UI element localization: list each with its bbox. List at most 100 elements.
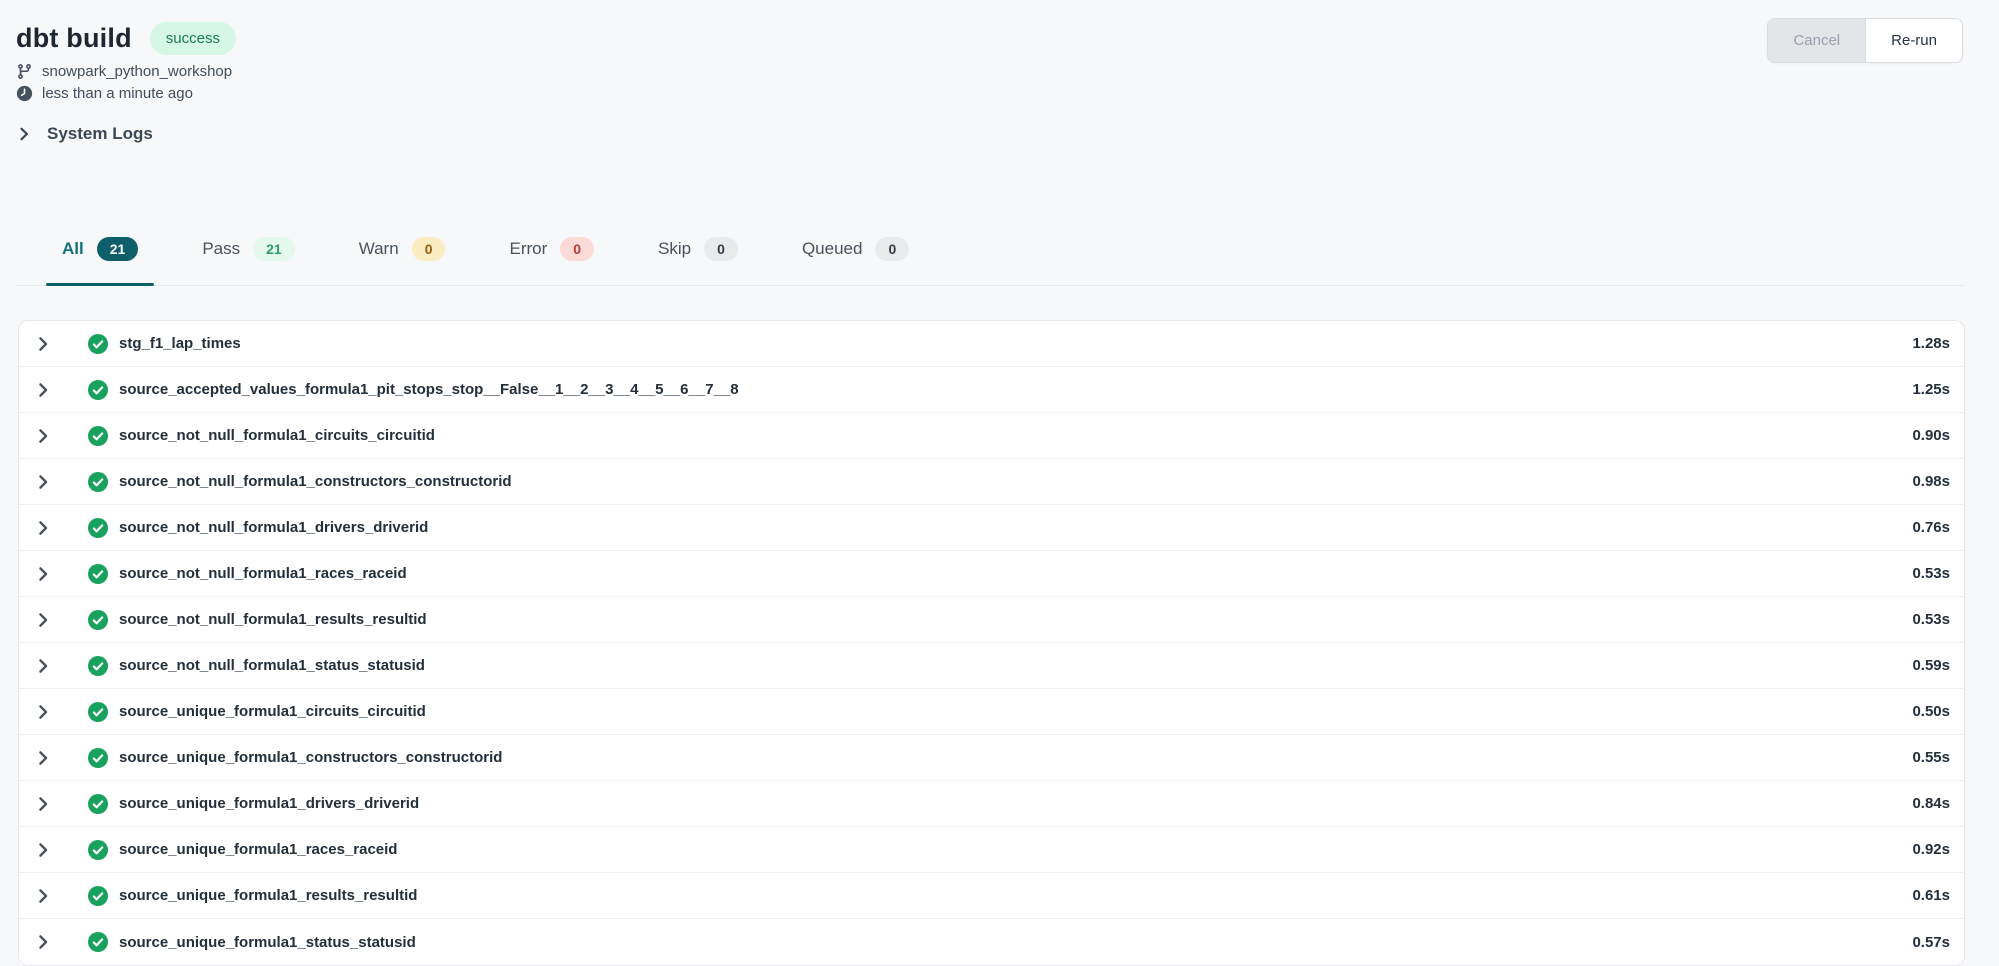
chevron-right-icon[interactable] — [34, 703, 52, 721]
result-name: source_unique_formula1_constructors_cons… — [119, 749, 502, 766]
tab-queued[interactable]: Queued 0 — [786, 211, 925, 285]
result-duration: 0.98s — [1912, 473, 1950, 490]
result-name: stg_f1_lap_times — [119, 335, 241, 352]
result-duration: 0.53s — [1912, 611, 1950, 628]
result-name: source_accepted_values_formula1_pit_stop… — [119, 381, 739, 398]
result-row[interactable]: source_unique_formula1_drivers_driverid … — [19, 781, 1964, 827]
header: dbt build success — [16, 22, 1965, 55]
result-row[interactable]: source_unique_formula1_results_resultid … — [19, 873, 1964, 919]
result-name: source_not_null_formula1_drivers_driveri… — [119, 519, 428, 536]
result-name: source_unique_formula1_status_statusid — [119, 934, 416, 951]
result-duration: 0.84s — [1912, 795, 1950, 812]
chevron-right-icon[interactable] — [34, 519, 52, 537]
tab-warn[interactable]: Warn 0 — [343, 211, 462, 285]
result-row[interactable]: source_unique_formula1_races_raceid 0.92… — [19, 827, 1964, 873]
result-name: source_unique_formula1_results_resultid — [119, 887, 417, 904]
chevron-right-icon — [16, 126, 32, 142]
result-name: source_not_null_formula1_constructors_co… — [119, 473, 512, 490]
page-title: dbt build — [16, 23, 132, 54]
result-row[interactable]: source_unique_formula1_status_statusid 0… — [19, 919, 1964, 965]
run-actions: Cancel Re-run — [1767, 18, 1963, 63]
check-circle-icon — [88, 472, 108, 492]
check-circle-icon — [88, 564, 108, 584]
chevron-right-icon[interactable] — [34, 795, 52, 813]
tab-label: Warn — [359, 239, 399, 259]
chevron-right-icon[interactable] — [34, 749, 52, 767]
status-badge: success — [150, 22, 236, 55]
rerun-button[interactable]: Re-run — [1866, 19, 1962, 62]
chevron-right-icon[interactable] — [34, 657, 52, 675]
result-name: source_not_null_formula1_status_statusid — [119, 657, 425, 674]
check-circle-icon — [88, 656, 108, 676]
result-duration: 0.53s — [1912, 565, 1950, 582]
check-circle-icon — [88, 610, 108, 630]
tab-all[interactable]: All 21 — [46, 211, 154, 285]
tab-label: Pass — [202, 239, 240, 259]
check-circle-icon — [88, 380, 108, 400]
tab-count-badge: 21 — [97, 237, 139, 261]
check-circle-icon — [88, 932, 108, 952]
result-row[interactable]: source_accepted_values_formula1_pit_stop… — [19, 367, 1964, 413]
chevron-right-icon[interactable] — [34, 565, 52, 583]
time-ago: less than a minute ago — [42, 85, 193, 102]
result-row[interactable]: stg_f1_lap_times 1.28s — [19, 321, 1964, 367]
clock-icon — [16, 85, 33, 102]
check-circle-icon — [88, 702, 108, 722]
branch-name: snowpark_python_workshop — [42, 63, 232, 80]
chevron-right-icon[interactable] — [34, 611, 52, 629]
tab-label: Error — [509, 239, 547, 259]
tab-error[interactable]: Error 0 — [493, 211, 610, 285]
check-circle-icon — [88, 426, 108, 446]
tab-count-badge: 21 — [253, 237, 295, 261]
result-duration: 0.90s — [1912, 427, 1950, 444]
result-row[interactable]: source_not_null_formula1_drivers_driveri… — [19, 505, 1964, 551]
chevron-right-icon[interactable] — [34, 335, 52, 353]
result-row[interactable]: source_not_null_formula1_constructors_co… — [19, 459, 1964, 505]
result-duration: 1.25s — [1912, 381, 1950, 398]
chevron-right-icon[interactable] — [34, 841, 52, 859]
result-duration: 0.76s — [1912, 519, 1950, 536]
result-row[interactable]: source_not_null_formula1_status_statusid… — [19, 643, 1964, 689]
result-duration: 0.59s — [1912, 657, 1950, 674]
system-logs-label: System Logs — [47, 124, 153, 144]
check-circle-icon — [88, 840, 108, 860]
result-name: source_unique_formula1_circuits_circuiti… — [119, 703, 426, 720]
check-circle-icon — [88, 794, 108, 814]
check-circle-icon — [88, 334, 108, 354]
cancel-button[interactable]: Cancel — [1768, 19, 1866, 62]
check-circle-icon — [88, 748, 108, 768]
chevron-right-icon[interactable] — [34, 473, 52, 491]
tab-pass[interactable]: Pass 21 — [186, 211, 310, 285]
chevron-right-icon[interactable] — [34, 381, 52, 399]
results-list: stg_f1_lap_times 1.28s source_accepted_v… — [18, 320, 1965, 966]
system-logs-toggle[interactable]: System Logs — [16, 124, 153, 144]
chevron-right-icon[interactable] — [34, 887, 52, 905]
check-circle-icon — [88, 518, 108, 538]
tabs: All 21 Pass 21 Warn 0 Error 0 Skip 0 Que… — [16, 211, 1965, 286]
result-name: source_not_null_formula1_races_raceid — [119, 565, 407, 582]
result-row[interactable]: source_not_null_formula1_races_raceid 0.… — [19, 551, 1964, 597]
tab-skip[interactable]: Skip 0 — [642, 211, 754, 285]
chevron-right-icon[interactable] — [34, 933, 52, 951]
chevron-right-icon[interactable] — [34, 427, 52, 445]
tab-label: Queued — [802, 239, 863, 259]
check-circle-icon — [88, 886, 108, 906]
time-row: less than a minute ago — [16, 85, 1965, 102]
result-row[interactable]: source_not_null_formula1_circuits_circui… — [19, 413, 1964, 459]
tab-label: Skip — [658, 239, 691, 259]
result-name: source_unique_formula1_drivers_driverid — [119, 795, 419, 812]
branch-row: snowpark_python_workshop — [16, 63, 1965, 80]
run-meta: snowpark_python_workshop less than a min… — [16, 63, 1965, 102]
tab-count-badge: 0 — [704, 237, 738, 261]
result-duration: 0.55s — [1912, 749, 1950, 766]
tab-label: All — [62, 239, 84, 259]
tab-count-badge: 0 — [560, 237, 594, 261]
result-row[interactable]: source_unique_formula1_constructors_cons… — [19, 735, 1964, 781]
result-duration: 1.28s — [1912, 335, 1950, 352]
result-row[interactable]: source_not_null_formula1_results_resulti… — [19, 597, 1964, 643]
result-duration: 0.50s — [1912, 703, 1950, 720]
tab-count-badge: 0 — [875, 237, 909, 261]
result-row[interactable]: source_unique_formula1_circuits_circuiti… — [19, 689, 1964, 735]
result-name: source_unique_formula1_races_raceid — [119, 841, 397, 858]
result-duration: 0.92s — [1912, 841, 1950, 858]
